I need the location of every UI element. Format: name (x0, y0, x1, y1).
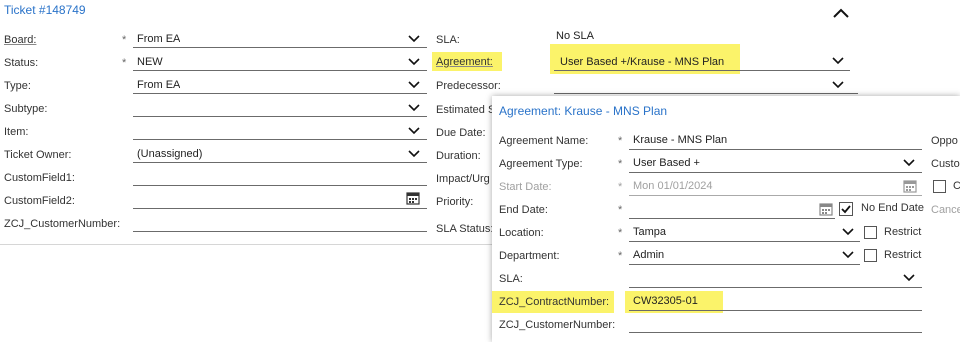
checkmark-icon (841, 205, 851, 214)
no-end-date-checkbox[interactable] (839, 202, 853, 216)
due-date-label: Due Date: (436, 127, 486, 139)
priority-label: Priority: (436, 196, 474, 208)
agreement-panel-title: Agreement: Krause - MNS Plan (499, 104, 668, 118)
item-chevron-down-icon[interactable] (408, 127, 420, 135)
status-select[interactable]: NEW (137, 56, 163, 68)
required-marker: * (618, 158, 623, 170)
contract-number-input[interactable]: CW32305-01 (633, 295, 698, 307)
predecessor-chevron-down-icon[interactable] (832, 81, 844, 89)
agreement-type-select[interactable]: User Based + (633, 157, 700, 169)
estimated-label: Estimated S (436, 104, 492, 116)
agreement-type-chevron-down-icon[interactable] (903, 159, 915, 167)
sla-status-label: SLA Status: (436, 223, 494, 235)
ticket-owner-select[interactable]: (Unassigned) (137, 148, 202, 160)
customer-number-label: ZCJ_CustomerNumber: (4, 218, 121, 230)
customfield2-label: CustomField2: (4, 195, 75, 207)
location-restrict-checkbox[interactable] (864, 226, 877, 239)
cancel-label-clipped: Cance (931, 204, 960, 216)
department-chevron-down-icon[interactable] (842, 251, 854, 259)
subtype-label: Subtype: (4, 103, 48, 115)
required-marker: * (618, 204, 623, 216)
required-marker: * (618, 250, 623, 262)
location-chevron-down-icon[interactable] (842, 228, 854, 236)
agreement-select-value[interactable]: User Based +/Krause - MNS Plan (560, 56, 724, 68)
ticket-owner-label: Ticket Owner: (4, 149, 72, 161)
impact-urgency-label: Impact/Urg (436, 173, 490, 185)
sla-label: SLA: (436, 34, 460, 46)
agreement-type-label: Agreement Type: (499, 158, 583, 170)
agreement-popup-panel: Agreement: Krause - MNS Plan Agreement N… (492, 96, 960, 342)
predecessor-label: Predecessor: (436, 80, 501, 92)
status-chevron-down-icon[interactable] (408, 58, 420, 66)
end-date-label: End Date: (499, 204, 548, 216)
collapse-chevron-up-icon[interactable] (832, 6, 850, 20)
sla-value: No SLA (556, 30, 594, 42)
duration-label: Duration: (436, 150, 481, 162)
board-chevron-down-icon[interactable] (408, 35, 420, 43)
agreement-chevron-down-icon[interactable] (832, 57, 844, 65)
required-marker: * (618, 135, 623, 147)
board-label[interactable]: Board: (4, 34, 36, 46)
department-restrict-checkbox[interactable] (864, 249, 877, 262)
type-label: Type: (4, 80, 31, 92)
clipped-checkbox[interactable] (933, 180, 946, 193)
opportunity-label-clipped: Oppo (931, 135, 958, 147)
panel-sla-label: SLA: (499, 273, 523, 285)
customfield1-label: CustomField1: (4, 172, 75, 184)
customfield2-calendar-icon[interactable] (406, 191, 420, 205)
custom-label-clipped: Custo (931, 158, 960, 170)
start-date-calendar-icon[interactable] (903, 179, 917, 193)
type-select[interactable]: From EA (137, 79, 180, 91)
agreement-name-label: Agreement Name: (499, 135, 589, 147)
section-divider (0, 244, 492, 245)
no-end-date-label: No End Date (861, 202, 924, 214)
required-marker: * (618, 181, 623, 193)
board-select[interactable]: From EA (137, 33, 180, 45)
status-label: Status: (4, 57, 39, 69)
required-marker: * (122, 34, 127, 46)
contract-number-label: ZCJ_ContractNumber: (499, 296, 610, 308)
type-chevron-down-icon[interactable] (408, 81, 420, 89)
panel-customer-number-label: ZCJ_CustomerNumber: (499, 319, 616, 331)
clipped-checkbox-label: C (953, 180, 960, 192)
location-select[interactable]: Tampa (633, 226, 666, 238)
ticket-title: Ticket #148749 (4, 3, 86, 17)
end-date-calendar-icon[interactable] (819, 202, 833, 216)
agreement-label[interactable]: Agreement: (436, 56, 493, 68)
required-marker: * (122, 57, 127, 69)
department-restrict-label: Restrict (884, 249, 922, 261)
required-marker: * (618, 227, 623, 239)
ticket-owner-chevron-down-icon[interactable] (408, 150, 420, 158)
panel-sla-chevron-down-icon[interactable] (903, 274, 915, 282)
item-label: Item: (4, 126, 29, 138)
start-date-label: Start Date: (499, 181, 552, 193)
start-date-input[interactable]: Mon 01/01/2024 (633, 180, 713, 192)
department-select[interactable]: Admin (633, 249, 664, 261)
subtype-chevron-down-icon[interactable] (408, 104, 420, 112)
location-label: Location: (499, 227, 544, 239)
location-restrict-label: Restrict (884, 226, 922, 238)
department-label: Department: (499, 250, 560, 262)
agreement-name-input[interactable]: Krause - MNS Plan (633, 134, 727, 146)
